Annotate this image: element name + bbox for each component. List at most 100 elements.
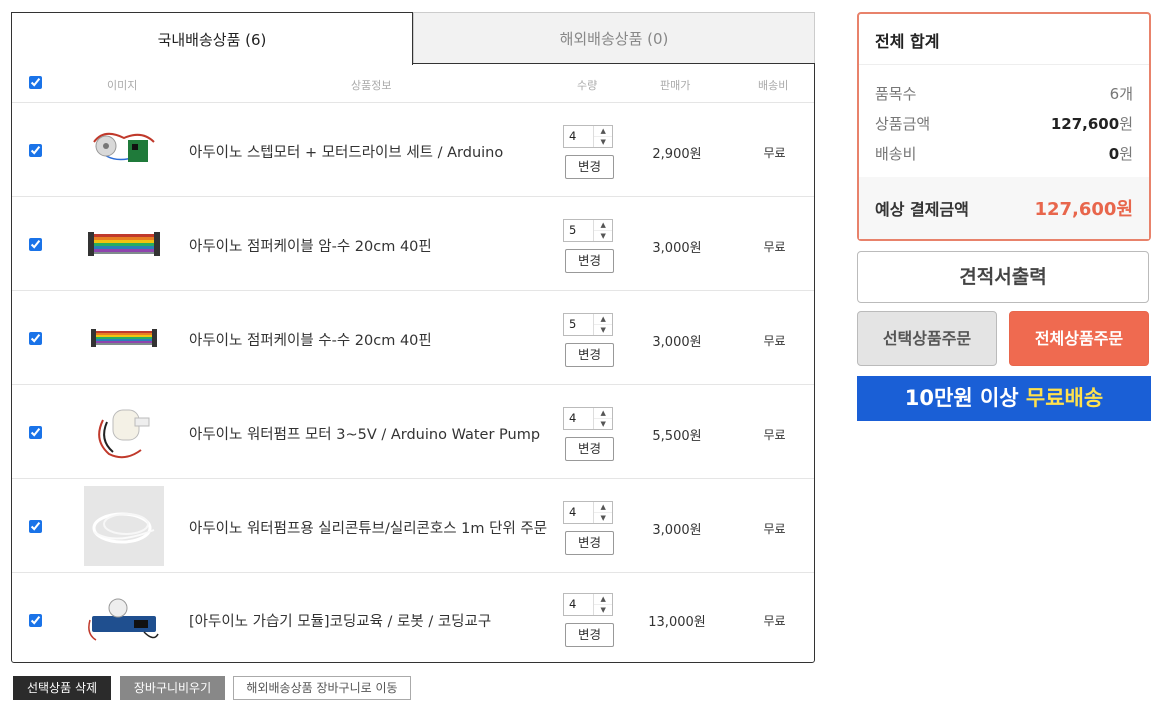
product-amount-value: 127,600	[1050, 115, 1120, 133]
header-info: 상품정보	[351, 79, 392, 92]
table-row: 아두이노 점퍼케이블 암-수 20cm 40핀 5 ▲ ▼ 변경 3,000원 무…	[12, 197, 814, 291]
table-row: [아두이노 가습기 모듈]코딩교육 / 로봇 / 코딩교구 4 ▲ ▼ 변경 13…	[12, 573, 814, 667]
quantity-stepper[interactable]: 4 ▲ ▼	[563, 125, 613, 148]
item-count-label: 품목수	[875, 85, 917, 103]
empty-cart-button[interactable]: 장바구니비우기	[120, 676, 225, 700]
jumper-cable-icon[interactable]	[84, 204, 164, 284]
shipping-unit: 원	[1119, 145, 1133, 163]
table-header: 이미지 상품정보 수량 판매가 배송비	[12, 64, 814, 103]
shipping-fee: 무료	[763, 146, 786, 160]
product-name[interactable]: 아두이노 점퍼케이블 수-수 20cm 40핀	[189, 329, 432, 350]
product-amount-unit: 원	[1119, 115, 1133, 133]
chevron-up-icon[interactable]: ▲	[594, 594, 612, 605]
product-price: 3,000원	[652, 241, 702, 256]
shipping-fee: 무료	[763, 614, 786, 628]
row-checkbox[interactable]	[29, 520, 42, 533]
table-row: 아두이노 스텝모터 + 모터드라이브 세트 / Arduino 4 ▲ ▼ 변경 …	[12, 103, 814, 197]
chevron-down-icon[interactable]: ▼	[594, 513, 612, 523]
banner-text: 10만원 이상	[904, 386, 1026, 410]
product-price: 13,000원	[648, 615, 706, 630]
summary-title: 전체 합계	[859, 14, 1149, 65]
select-all-checkbox[interactable]	[29, 76, 42, 89]
item-count-line: 품목수 6개	[875, 83, 1133, 104]
tab-domestic[interactable]: 국내배송상품 (6)	[11, 12, 413, 65]
chevron-down-icon[interactable]: ▼	[594, 231, 612, 241]
row-checkbox[interactable]	[29, 238, 42, 251]
change-quantity-button[interactable]: 변경	[565, 623, 614, 647]
product-amount-line: 상품금액 127,600원	[875, 113, 1133, 134]
product-name[interactable]: 아두이노 워터펌프용 실리콘튜브/실리콘호스 1m 단위 주문	[189, 517, 547, 538]
table-row: 아두이노 워터펌프용 실리콘튜브/실리콘호스 1m 단위 주문 4 ▲ ▼ 변경 …	[12, 479, 814, 573]
jumper-cable-icon[interactable]	[84, 298, 164, 378]
header-shipping: 배송비	[758, 79, 789, 92]
product-price: 3,000원	[652, 335, 702, 350]
header-qty: 수량	[577, 79, 598, 92]
shipping-line: 배송비 0원	[875, 143, 1133, 164]
order-summary: 전체 합계 품목수 6개 상품금액 127,600원 배송비 0원 예상 결제금…	[857, 12, 1151, 241]
quantity-stepper[interactable]: 4 ▲ ▼	[563, 407, 613, 430]
shipping-tabs: 국내배송상품 (6) 해외배송상품 (0)	[11, 12, 815, 65]
change-quantity-button[interactable]: 변경	[565, 155, 614, 179]
product-name[interactable]: 아두이노 워터펌프 모터 3~5V / Arduino Water Pump	[189, 423, 540, 444]
chevron-down-icon[interactable]: ▼	[594, 325, 612, 335]
chevron-down-icon[interactable]: ▼	[594, 137, 612, 147]
product-price: 2,900원	[652, 147, 702, 162]
silicone-tube-icon[interactable]	[84, 486, 164, 566]
free-shipping-banner[interactable]: 10만원 이상 무료배송	[857, 376, 1151, 421]
quantity-value[interactable]: 4	[564, 126, 593, 147]
quantity-value[interactable]: 4	[564, 502, 593, 523]
product-name[interactable]: 아두이노 점퍼케이블 암-수 20cm 40핀	[189, 235, 432, 256]
quantity-stepper[interactable]: 5 ▲ ▼	[563, 219, 613, 242]
chevron-up-icon[interactable]: ▲	[594, 408, 612, 419]
product-amount-label: 상품금액	[875, 115, 931, 133]
change-quantity-button[interactable]: 변경	[565, 249, 614, 273]
change-quantity-button[interactable]: 변경	[565, 531, 614, 555]
product-name[interactable]: [아두이노 가습기 모듈]코딩교육 / 로봇 / 코딩교구	[189, 610, 491, 631]
quantity-value[interactable]: 4	[564, 408, 593, 429]
chevron-up-icon[interactable]: ▲	[594, 126, 612, 137]
change-quantity-button[interactable]: 변경	[565, 343, 614, 367]
water-pump-icon[interactable]	[84, 392, 164, 472]
row-checkbox[interactable]	[29, 614, 42, 627]
stepper-motor-icon[interactable]	[84, 110, 164, 190]
row-checkbox[interactable]	[29, 332, 42, 345]
delete-selected-button[interactable]: 선택상품 삭제	[13, 676, 111, 700]
shipping-fee: 무료	[763, 334, 786, 348]
shipping-fee: 무료	[763, 428, 786, 442]
quantity-stepper[interactable]: 4 ▲ ▼	[563, 501, 613, 524]
tab-overseas[interactable]: 해외배송상품 (0)	[413, 12, 815, 64]
print-quote-button[interactable]: 견적서출력	[857, 251, 1149, 303]
item-count-value: 6개	[1109, 85, 1133, 103]
banner-highlight: 무료배송	[1025, 386, 1104, 410]
product-price: 5,500원	[652, 429, 702, 444]
quantity-value[interactable]: 5	[564, 314, 593, 335]
total-line: 예상 결제금액 127,600원	[859, 177, 1149, 239]
row-checkbox[interactable]	[29, 144, 42, 157]
shipping-value: 0	[1108, 145, 1120, 163]
humidifier-module-icon[interactable]	[84, 580, 164, 660]
quantity-value[interactable]: 5	[564, 220, 593, 241]
shipping-label: 배송비	[875, 145, 917, 163]
change-quantity-button[interactable]: 변경	[565, 437, 614, 461]
table-row: 아두이노 워터펌프 모터 3~5V / Arduino Water Pump 4…	[12, 385, 814, 479]
chevron-up-icon[interactable]: ▲	[594, 502, 612, 513]
order-selected-button[interactable]: 선택상품주문	[857, 311, 997, 366]
header-price: 판매가	[660, 79, 691, 92]
quantity-value[interactable]: 4	[564, 594, 593, 615]
product-name[interactable]: 아두이노 스텝모터 + 모터드라이브 세트 / Arduino	[189, 141, 503, 162]
shipping-fee: 무료	[763, 522, 786, 536]
total-value: 127,600원	[1034, 199, 1133, 220]
row-checkbox[interactable]	[29, 426, 42, 439]
table-row: 아두이노 점퍼케이블 수-수 20cm 40핀 5 ▲ ▼ 변경 3,000원 무…	[12, 291, 814, 385]
quantity-stepper[interactable]: 4 ▲ ▼	[563, 593, 613, 616]
order-all-button[interactable]: 전체상품주문	[1009, 311, 1149, 366]
chevron-down-icon[interactable]: ▼	[594, 419, 612, 429]
chevron-down-icon[interactable]: ▼	[594, 605, 612, 615]
cart-table: 이미지 상품정보 수량 판매가 배송비 아두이노 스텝모터 + 모터드라이브 세…	[11, 63, 815, 663]
move-overseas-button[interactable]: 해외배송상품 장바구니로 이동	[233, 676, 411, 700]
chevron-up-icon[interactable]: ▲	[594, 314, 612, 325]
total-label: 예상 결제금액	[875, 200, 969, 219]
quantity-stepper[interactable]: 5 ▲ ▼	[563, 313, 613, 336]
product-price: 3,000원	[652, 523, 702, 538]
chevron-up-icon[interactable]: ▲	[594, 220, 612, 231]
